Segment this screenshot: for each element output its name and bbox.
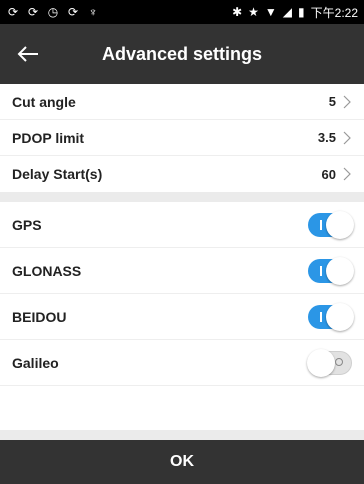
status-time: 下午2:22 (310, 5, 358, 20)
system-label: GPS (12, 216, 42, 233)
setting-row-cut-angle[interactable]: Cut angle 5 (0, 84, 364, 120)
system-row-gps: GPS (0, 202, 364, 248)
toggle-knob (326, 256, 354, 285)
chevron-right-icon (342, 131, 352, 145)
star-icon: ★ (248, 5, 259, 19)
bluetooth-icon: ✱ (232, 5, 243, 19)
setting-value: 60 (321, 166, 336, 182)
page-title: Advanced settings (101, 43, 263, 64)
setting-row-delay-start[interactable]: Delay Start(s) 60 (0, 156, 364, 192)
system-label: GLONASS (12, 262, 82, 279)
sync-icon: ⟳ (27, 5, 39, 19)
gnss-systems-group: GPS GLONASS BEIDOU Galileo (0, 202, 364, 430)
setting-label: Delay Start(s) (12, 166, 103, 182)
status-left-icons: ⟳ ⟳ ◷ ⟳ ♆ (0, 5, 100, 19)
back-arrow-icon (17, 46, 38, 62)
system-label: BEIDOU (12, 308, 67, 325)
signal-icon: ▼ (264, 5, 277, 19)
setting-label: Cut angle (12, 93, 76, 110)
settings-group: Cut angle 5 PDOP limit 3.5 Delay Start(s… (0, 84, 364, 192)
wifi-icon: ◢ (282, 5, 293, 19)
ok-button[interactable]: OK (0, 440, 364, 484)
glonass-toggle[interactable] (308, 256, 354, 285)
gps-toggle[interactable] (308, 210, 354, 239)
sync-icon: ⟳ (67, 5, 79, 19)
toggle-knob (326, 302, 354, 331)
app-bar: Advanced settings (0, 24, 364, 84)
status-right-icons: ✱ ★ ▼ ◢ ▮ 下午2:22 (232, 4, 364, 21)
toggle-off-mark (335, 357, 343, 366)
setting-value: 5 (328, 94, 336, 109)
beidou-toggle[interactable] (308, 302, 354, 331)
clock-icon: ◷ (47, 5, 59, 19)
toggle-knob (326, 210, 354, 239)
system-label: Galileo (12, 354, 59, 371)
setting-value: 3.5 (317, 130, 336, 145)
toggle-on-mark (320, 265, 322, 276)
chevron-right-icon (342, 167, 352, 181)
usb-icon: ♆ (88, 5, 98, 19)
toggle-on-mark (320, 311, 322, 322)
system-row-galileo: Galileo (0, 340, 364, 386)
toggle-on-mark (320, 219, 322, 230)
back-button[interactable] (12, 38, 44, 70)
toggle-knob (307, 348, 335, 377)
system-row-glonass: GLONASS (0, 248, 364, 294)
sync-icon: ⟳ (7, 5, 19, 19)
galileo-toggle[interactable] (307, 348, 352, 377)
system-row-beidou: BEIDOU (0, 294, 364, 340)
status-bar: ⟳ ⟳ ◷ ⟳ ♆ ✱ ★ ▼ ◢ ▮ 下午2:22 (0, 0, 364, 24)
setting-label: PDOP limit (12, 129, 85, 146)
setting-row-pdop-limit[interactable]: PDOP limit 3.5 (0, 120, 364, 156)
chevron-right-icon (342, 95, 352, 109)
battery-icon: ▮ (298, 5, 305, 19)
